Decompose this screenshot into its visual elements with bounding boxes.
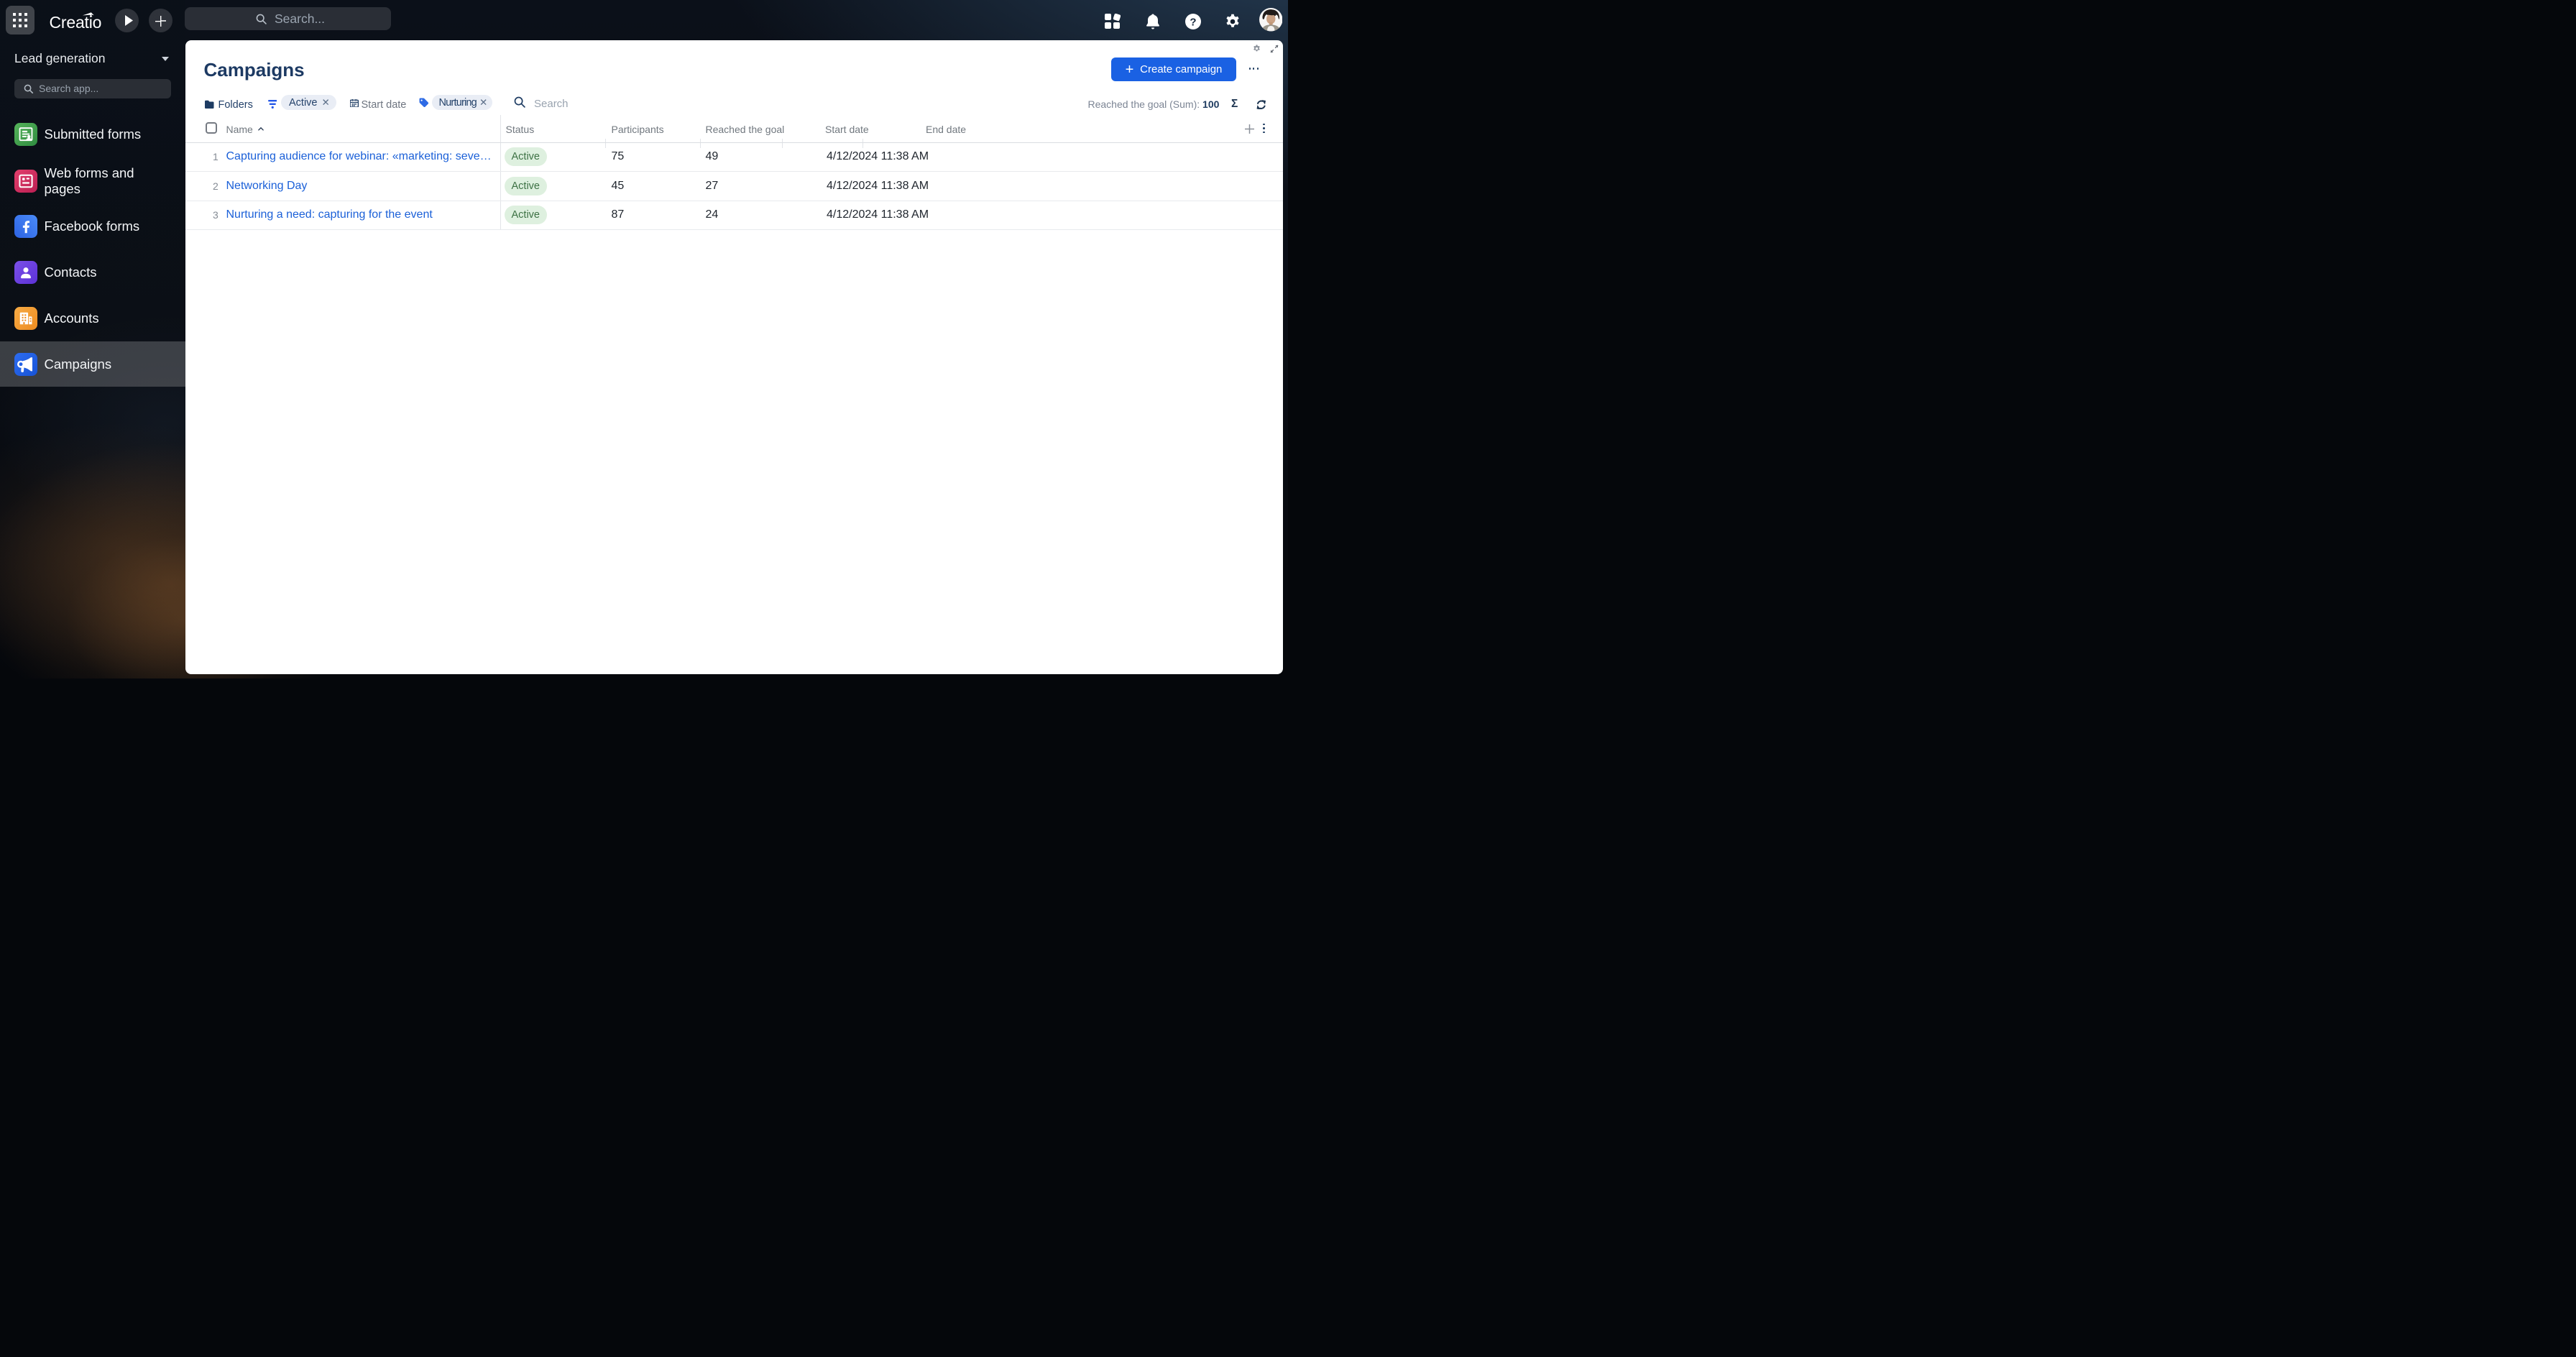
svg-text:?: ? — [1190, 16, 1196, 28]
